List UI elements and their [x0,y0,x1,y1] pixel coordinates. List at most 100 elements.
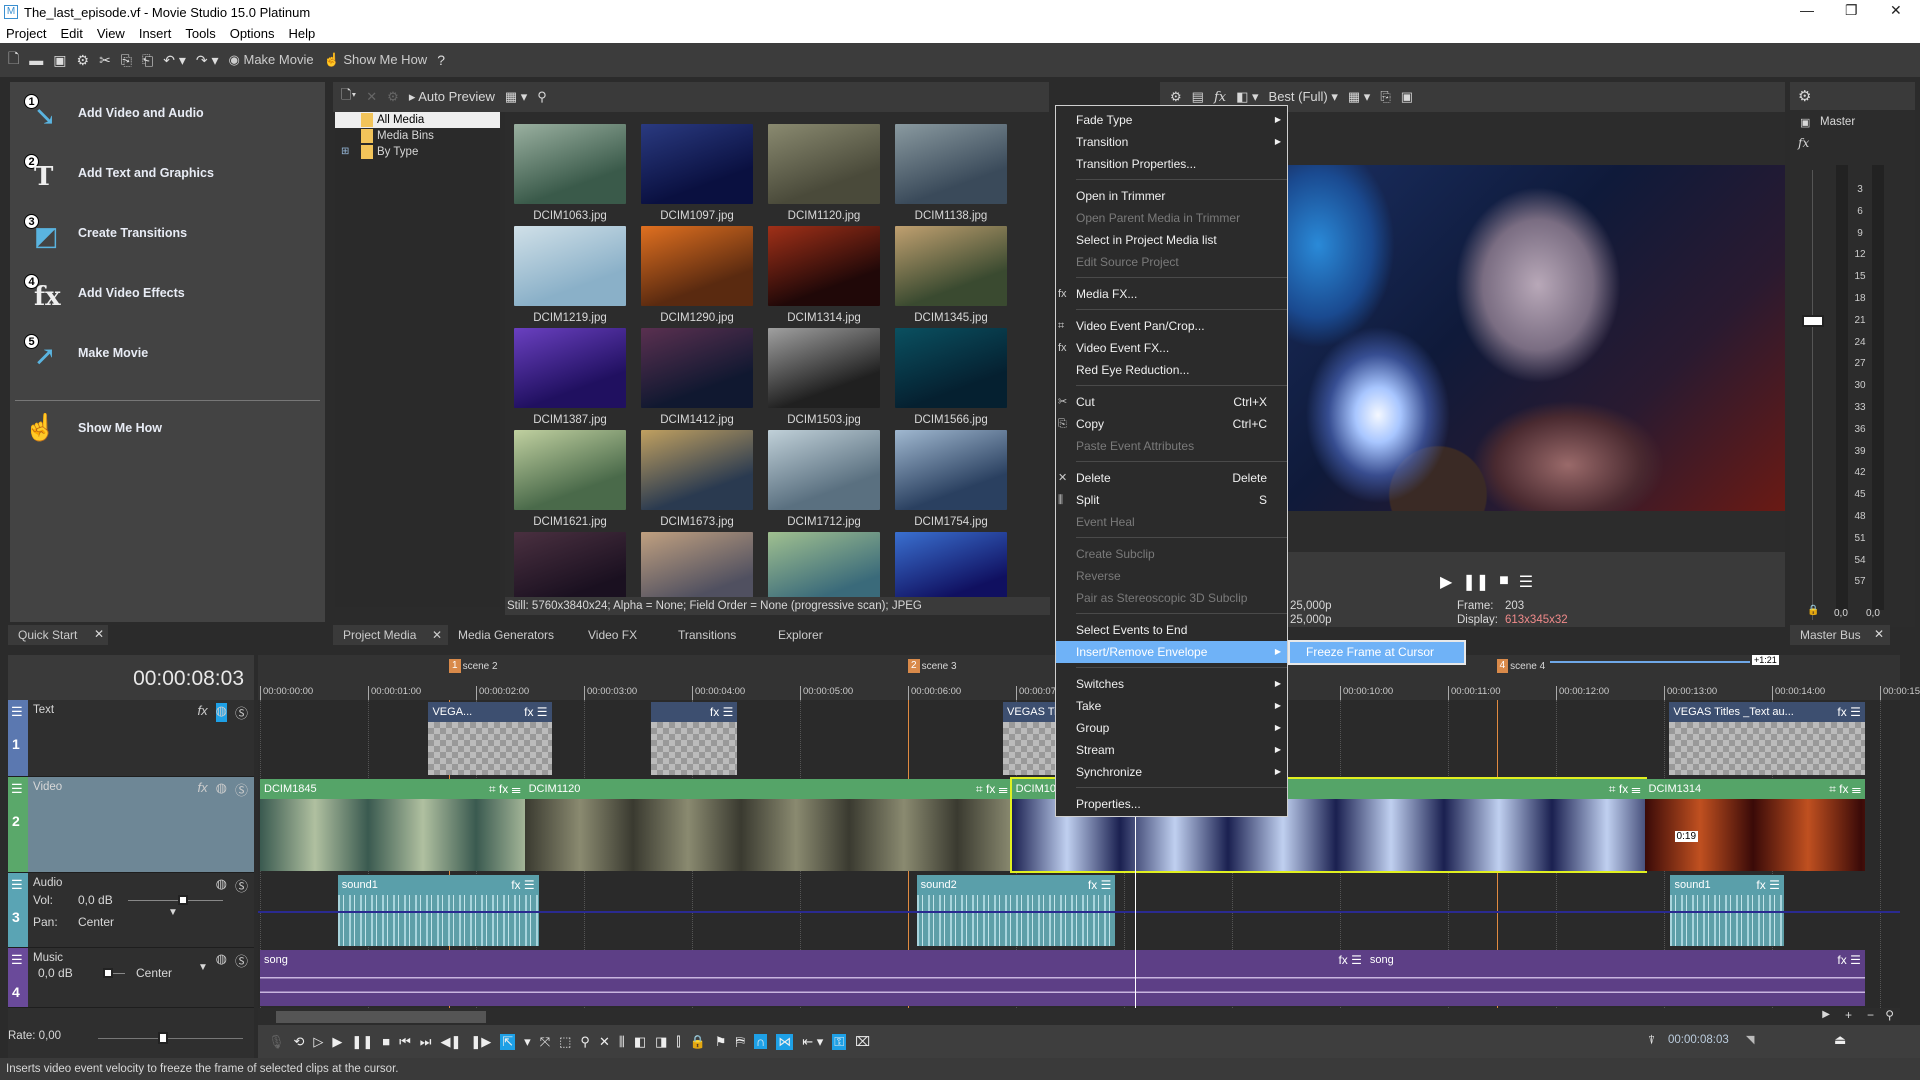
menu-item-media-fx[interactable]: fx Media FX... [1056,283,1287,305]
music-clip[interactable]: song fx ☰ [260,950,1366,1006]
media-thumbnail[interactable]: DCIM1412.jpg [637,328,757,426]
clip-fx-menu-icon[interactable]: fx ☰ [1837,950,1860,970]
clip-fx-menu-icon[interactable]: fx ☰ [511,875,534,895]
trim-start-icon[interactable]: ◧ [634,1034,646,1050]
external-monitor-icon[interactable]: ▤ [1192,89,1204,105]
close-button[interactable]: ✕ [1890,2,1902,19]
quality-dropdown[interactable]: Best (Full) ▾ [1269,89,1338,105]
remove-icon[interactable]: ✕ [366,89,377,105]
paste-icon[interactable]: ⎗ [142,52,153,69]
marker-icon[interactable]: ⚑ [715,1034,727,1050]
gear-icon[interactable]: ⚙ [1170,89,1182,105]
clip-fx-menu-icon[interactable]: ⌗ fx ☰ [1829,779,1861,799]
fx-icon[interactable]: fx [198,703,208,722]
go-to-end-icon[interactable]: ⏭ [420,1034,432,1050]
gear-icon[interactable]: ⚙ [1798,87,1811,105]
ignore-grouping-icon[interactable]: ⌧ [855,1034,870,1050]
clip-fx-menu-icon[interactable]: fx ☰ [1088,875,1111,895]
menu-options[interactable]: Options [230,26,275,41]
corner-icon[interactable]: ◥ [1746,1033,1754,1046]
media-thumbnail[interactable]: DCIM1673.jpg [637,430,757,528]
mute-icon[interactable]: ◍ [215,703,227,722]
properties-icon[interactable]: ⚙ [387,89,399,105]
help-pointer-icon[interactable]: ? [437,52,445,68]
zoom-tool-icon[interactable]: ⚲ [580,1034,590,1050]
track-menu-icon[interactable]: ☰ [11,781,23,797]
media-thumbnail[interactable]: DCIM1754.jpg [891,430,1011,528]
prev-frame-icon[interactable]: ◀❚ [440,1034,461,1050]
zoom-out-icon[interactable]: − [1867,1008,1874,1022]
copy-snapshot-icon[interactable]: ⎘ [1380,89,1390,105]
media-thumbnail[interactable]: DCIM1138.jpg [891,124,1011,222]
menu-item-switches[interactable]: Switches ▶ [1056,673,1287,695]
menu-view[interactable]: View [97,26,125,41]
stop-icon[interactable]: ■ [382,1034,390,1049]
gear-icon[interactable]: ⚙ [77,52,90,69]
menu-item-take[interactable]: Take ▶ [1056,695,1287,717]
marker[interactable]: 1 scene 2 [449,659,498,673]
go-to-start-icon[interactable]: ⏮ [399,1034,411,1050]
master-mute-icon[interactable]: ▣ [1800,116,1810,129]
menu-item-red-eye-reduction[interactable]: Red Eye Reduction... [1056,359,1287,381]
minimize-button[interactable]: — [1800,2,1814,18]
lock-icon[interactable]: 🔒 [1807,605,1819,616]
pan-slider-handle-icon[interactable]: ▼ [168,907,178,918]
solo-icon[interactable]: Ⓢ [235,951,248,970]
tree-item-by-type[interactable]: ⊞ By Type [335,144,500,160]
clip-fx-menu-icon[interactable]: fx ☰ [1338,950,1361,970]
text-clip[interactable]: VEGA... fx ☰ [428,702,552,775]
search-icon[interactable]: ⚲ [537,89,547,105]
close-icon[interactable]: ✕ [432,625,442,645]
mute-icon[interactable]: ◍ [216,780,227,799]
play-from-start-icon[interactable]: ▷ [313,1034,323,1050]
media-thumbnail[interactable] [637,532,757,597]
tab-quick-start[interactable]: Quick Start ✕ [8,625,108,645]
region-icon[interactable]: ⛿ [735,1034,744,1050]
submenu-item-freeze-frame-at-cursor[interactable]: Freeze Frame at Cursor [1288,640,1466,665]
next-frame-icon[interactable]: ❚▶ [470,1034,491,1050]
media-thumbnail[interactable]: DCIM1063.jpg [510,124,630,222]
menu-item-stream[interactable]: Stream ▶ [1056,739,1287,761]
trim-icon[interactable]: ⫼ [619,1034,625,1050]
show-me-how-button[interactable]: ☝ Show Me How [324,52,428,68]
fx-icon[interactable]: fx [1798,136,1809,150]
text-clip[interactable]: fx ☰ [650,702,738,775]
ripple-icon[interactable]: ⇤ ▾ [802,1034,823,1050]
solo-icon[interactable]: Ⓢ [235,876,248,895]
copy-icon[interactable]: ⎘ [121,52,132,69]
scroll-thumb[interactable] [276,1011,486,1023]
quick-start-item-3[interactable]: 3 ◩ Create Transitions [24,214,187,252]
solo-icon[interactable]: Ⓢ [235,703,248,722]
media-thumbnail[interactable]: DCIM1387.jpg [510,328,630,426]
volume-slider[interactable] [128,900,223,901]
track-menu-icon[interactable]: ☰ [11,877,23,893]
menu-icon[interactable]: ☰ [1519,572,1533,592]
menu-project[interactable]: Project [6,26,46,41]
save-snapshot-icon[interactable]: ▣ [1401,89,1413,105]
track-header-audio[interactable]: ☰ 3 Audio ◍ Ⓢ Vol: 0,0 dB Pan: Center ▼ [8,873,254,948]
menu-item-fade-type[interactable]: Fade Type ▶ [1056,109,1287,131]
trim-end-icon[interactable]: ◨ [655,1034,667,1050]
media-thumbnail[interactable]: DCIM1290.jpg [637,226,757,324]
play-icon[interactable]: ▶ [332,1034,342,1050]
menu-item-copy[interactable]: ⎘ Copy Ctrl+C [1056,413,1287,435]
tab-media-generators[interactable]: Media Generators [448,625,578,645]
zoom-icon[interactable]: ⚲ [1885,1008,1894,1022]
tree-item-all-media[interactable]: All Media [335,112,500,128]
zoom-in-icon[interactable]: + [1845,1008,1852,1022]
clip-fx-menu-icon[interactable]: fx ☰ [1756,875,1779,895]
clip-fx-menu-icon[interactable]: ⌗ fx ☰ [1609,779,1641,799]
media-thumbnail[interactable]: DCIM1219.jpg [510,226,630,324]
loop-icon[interactable]: ⟲ [294,1034,305,1050]
undo-icon[interactable]: ↶ ▾ [163,52,186,69]
menu-item-group[interactable]: Group ▶ [1056,717,1287,739]
scroll-right-icon[interactable]: ▶ [1822,1009,1830,1020]
views-icon[interactable]: ▦ ▾ [505,89,527,105]
auto-crossfade-icon[interactable]: ⋈ [776,1033,794,1050]
expand-icon[interactable]: ⊞ [341,144,349,160]
split-icon[interactable]: ⫿ [676,1034,680,1050]
selection-tool-icon[interactable]: ⬚ [559,1034,571,1050]
menu-help[interactable]: Help [289,26,316,41]
track-header-music[interactable]: ☰ 4 Music ◍ Ⓢ 0,0 dB Center ▼ [8,948,254,1008]
pan-slider-handle-icon[interactable]: ▼ [198,962,208,973]
